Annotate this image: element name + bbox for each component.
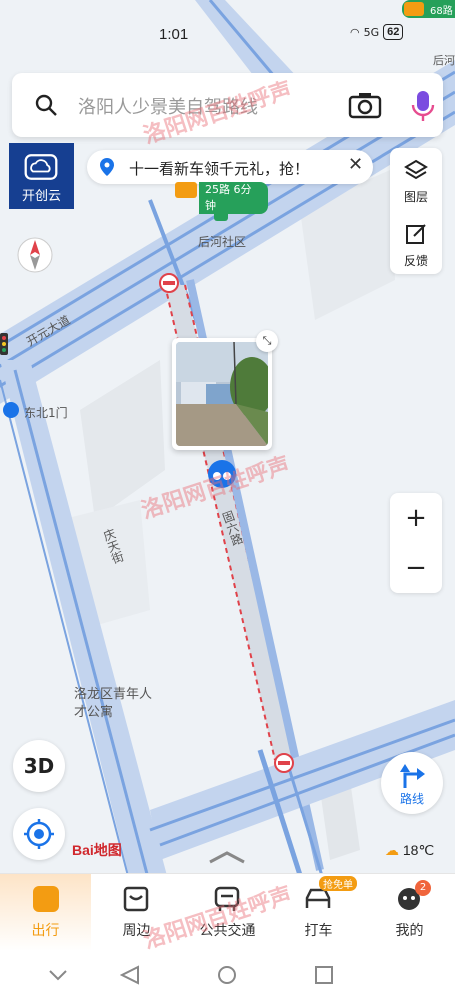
zoom-in-button[interactable]: + [390, 493, 442, 543]
taxi-badge: 抢免单 [319, 876, 357, 891]
locate-button[interactable] [13, 808, 65, 860]
street-photo [176, 342, 268, 446]
mic-icon[interactable] [410, 89, 436, 123]
tab-travel-label: 出行 [31, 923, 60, 939]
layers-button[interactable]: 图层 [390, 148, 442, 210]
baidu-logo: Bai地图 [72, 842, 122, 858]
map-label-gate[interactable]: 东北1门 [24, 404, 68, 421]
locate-icon [24, 819, 54, 849]
promo-banner[interactable]: 十一看新车领千元礼，抢！ ✕ [87, 150, 373, 184]
weather-widget[interactable]: ☁ 18℃ [385, 842, 434, 859]
bus-arrival-label: 25路 6分钟 [199, 182, 268, 214]
corner-bus-label: 68路 [430, 6, 453, 17]
status-time: 1:01 [159, 26, 189, 43]
status-bar: 1:01 ◠ 5G 62 [0, 22, 455, 46]
edit-icon [406, 224, 426, 244]
weather-cloud-icon: ☁ [385, 842, 399, 858]
promo-text: 十一看新车领千元礼，抢！ [129, 160, 310, 178]
collapse-icon[interactable]: ⤡ [256, 330, 278, 352]
tab-profile-label: 我的 [395, 923, 424, 939]
corner-bus-tag[interactable]: 68路 [402, 0, 455, 18]
cloud-icon [24, 154, 58, 180]
location-pin-icon [100, 158, 114, 176]
feedback-button[interactable]: 反馈 [390, 212, 442, 274]
street-view-thumbnail[interactable]: ⤡ [172, 330, 278, 450]
wifi-icon: ◠ [350, 25, 360, 39]
battery-icon: 62 [383, 24, 404, 40]
zoom-out-button[interactable]: − [390, 543, 442, 593]
route-label: 路线 [399, 792, 424, 806]
travel-icon [33, 886, 59, 912]
nav-back-icon[interactable] [120, 965, 140, 985]
map-label-stop[interactable]: 后河社区 [198, 233, 246, 250]
camera-icon[interactable] [348, 91, 382, 119]
3d-toggle-button[interactable]: 3D [13, 740, 65, 792]
drawer-handle-icon[interactable] [206, 850, 248, 864]
weather-temp: 18℃ [402, 842, 435, 858]
tab-profile[interactable]: 2 我的 [364, 874, 455, 951]
bus-arrival-tag[interactable]: 25路 6分钟 [173, 180, 268, 214]
nav-recent-icon[interactable] [314, 965, 334, 985]
nav-down-icon[interactable] [48, 968, 68, 982]
layers-label: 图层 [403, 190, 428, 204]
layers-icon [404, 159, 428, 180]
map-label-poi[interactable]: 洛龙区青年人才公寓 [74, 686, 158, 722]
profile-badge: 2 [415, 880, 431, 896]
tab-taxi-label: 打车 [304, 923, 333, 939]
network-label: 5G [363, 25, 380, 39]
route-button[interactable]: 路线 [381, 752, 443, 814]
kaichuang-cloud-button[interactable]: 开创云 [9, 143, 74, 209]
feedback-label: 反馈 [403, 254, 428, 268]
route-arrow-icon [400, 764, 425, 788]
tab-travel[interactable]: 出行 [0, 874, 91, 951]
close-icon[interactable]: ✕ [348, 154, 363, 175]
nav-home-icon[interactable] [217, 965, 237, 985]
zoom-control: + − [390, 493, 442, 593]
kaichuang-label: 开创云 [21, 189, 61, 204]
bus-icon [404, 2, 424, 16]
corner-stop-label: 后河 [433, 54, 455, 67]
map-tools-panel: 图层 反馈 [390, 148, 442, 274]
bus-icon [175, 182, 197, 198]
search-icon [35, 94, 57, 116]
status-icons: ◠ 5G 62 [350, 24, 404, 40]
nearby-icon [123, 886, 149, 912]
system-nav-bar [0, 950, 455, 1000]
